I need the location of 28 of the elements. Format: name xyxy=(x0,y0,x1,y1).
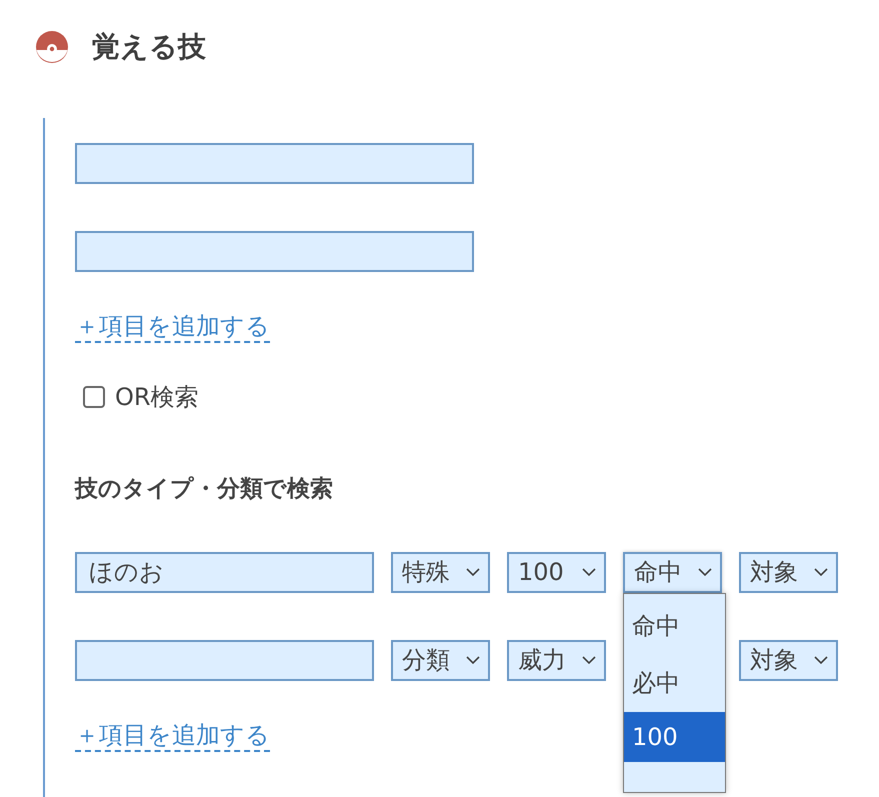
ball-icon xyxy=(36,31,68,63)
chevron-icon xyxy=(814,568,828,576)
chevron-icon xyxy=(466,568,480,576)
filter-select[interactable]: 分類 xyxy=(391,640,490,681)
section-title: 覚える技 xyxy=(92,29,206,65)
add-item-link[interactable]: ＋項目を追加する xyxy=(75,312,270,343)
chevron-icon xyxy=(814,656,828,664)
dropdown-option[interactable]: 必中 xyxy=(624,654,725,712)
dropdown-option[interactable]: 100 xyxy=(624,712,725,762)
subsection-title: 技のタイプ・分類で検索 xyxy=(75,474,333,504)
or-search-checkbox[interactable] xyxy=(83,386,105,408)
filter-select[interactable]: 100 xyxy=(507,552,606,593)
chevron-icon xyxy=(698,568,712,576)
filter-select[interactable]: 威力 xyxy=(507,640,606,681)
type-field[interactable] xyxy=(75,640,374,681)
move-name-field[interactable] xyxy=(75,231,474,272)
chevron-icon xyxy=(582,656,596,664)
move-name-field[interactable] xyxy=(75,143,474,184)
chevron-icon xyxy=(466,656,480,664)
filter-select[interactable]: 特殊 xyxy=(391,552,490,593)
chevron-icon xyxy=(582,568,596,576)
type-field[interactable]: ほのお xyxy=(75,552,374,593)
filter-select[interactable]: 対象 xyxy=(739,552,838,593)
checkbox-label: OR検索 xyxy=(115,382,199,413)
filter-select[interactable]: 対象 xyxy=(739,640,838,681)
add-item-link[interactable]: ＋項目を追加する xyxy=(75,720,270,752)
dropdown-option[interactable]: 命中 xyxy=(624,598,725,655)
filter-select[interactable]: 命中 xyxy=(623,552,722,593)
